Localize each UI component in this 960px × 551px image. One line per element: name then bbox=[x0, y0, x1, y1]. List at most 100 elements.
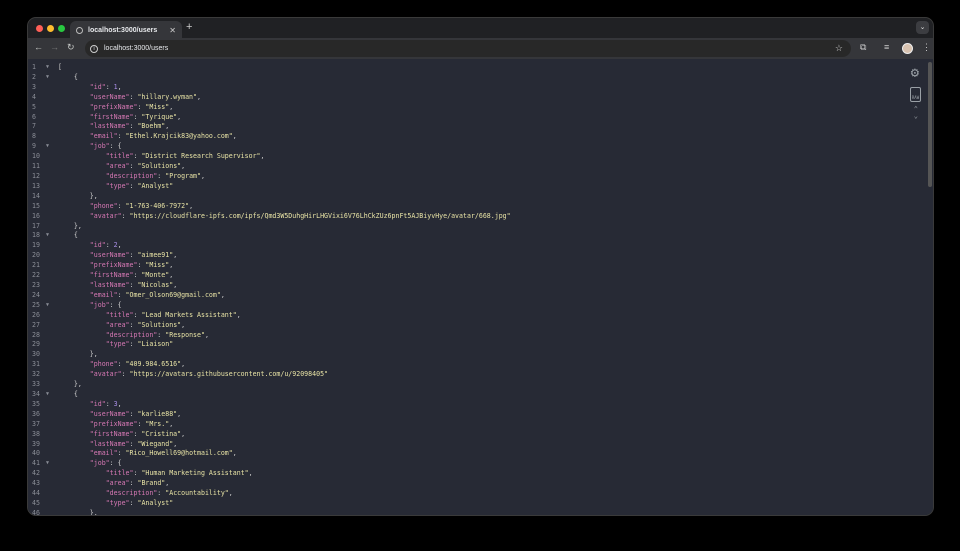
line-number: 19 bbox=[32, 241, 40, 250]
line-number: 35 bbox=[32, 399, 40, 408]
tab-users[interactable]: localhost:3000/users ✕ bbox=[70, 21, 182, 39]
json-string: "409.984.6516" bbox=[125, 360, 182, 369]
json-key: "type" bbox=[105, 340, 130, 349]
fold-toggle-icon[interactable]: ▼ bbox=[46, 458, 49, 468]
collapse-expand-icon[interactable]: ⌃ ⌄ bbox=[914, 106, 918, 120]
json-string: "Lead Markets Assistant" bbox=[141, 310, 237, 319]
code-content: "id": 3, bbox=[90, 399, 122, 409]
code-content: }, bbox=[74, 379, 82, 389]
fold-toggle-icon[interactable]: ▼ bbox=[46, 72, 49, 82]
scrollbar[interactable] bbox=[928, 62, 932, 187]
tab-bar: localhost:3000/users ✕ + ⌄ bbox=[28, 18, 933, 39]
fold-toggle-icon[interactable]: ▼ bbox=[46, 300, 49, 310]
code-content: "avatar": "https://cloudflare-ipfs.com/i… bbox=[90, 211, 511, 221]
json-punctuation: : { bbox=[109, 142, 122, 151]
line-number: 34 bbox=[32, 390, 40, 399]
json-punctuation: , bbox=[177, 112, 182, 121]
media-control-icon[interactable]: ≡ bbox=[884, 42, 889, 52]
json-key: "lastName" bbox=[89, 122, 130, 131]
json-string: "Monte" bbox=[141, 271, 170, 280]
code-content: "userName": "karlie88", bbox=[90, 409, 181, 419]
json-punctuation: , bbox=[232, 449, 237, 458]
globe-icon bbox=[76, 26, 83, 34]
json-string: "Miss" bbox=[145, 102, 170, 111]
json-punctuation: , bbox=[204, 330, 209, 339]
extensions-icon[interactable]: ⧉ bbox=[860, 42, 866, 53]
line-number: 10 bbox=[32, 152, 40, 161]
json-punctuation: : bbox=[121, 370, 130, 379]
tab-search-button[interactable]: ⌄ bbox=[916, 21, 929, 34]
json-punctuation: , bbox=[117, 399, 122, 408]
reload-icon[interactable]: ↻ bbox=[67, 42, 75, 53]
line-number: 11 bbox=[32, 162, 40, 171]
line-number: 22 bbox=[32, 271, 40, 280]
json-key: "type" bbox=[105, 499, 130, 508]
json-punctuation: : bbox=[117, 132, 126, 141]
line-number: 2 bbox=[32, 72, 36, 81]
json-key: "email" bbox=[89, 132, 118, 141]
line-number: 1 bbox=[32, 63, 36, 71]
line-number: 42 bbox=[32, 469, 40, 478]
line-number: 13 bbox=[32, 181, 40, 190]
line-number: 16 bbox=[32, 211, 40, 220]
site-info-icon[interactable]: i bbox=[90, 44, 98, 53]
json-string: "Rico_Howell69@hotmail.com" bbox=[125, 449, 233, 458]
json-punctuation: { bbox=[73, 231, 78, 240]
url-text[interactable]: localhost:3000/users bbox=[104, 45, 168, 52]
json-string: "Ethel.Krajcik83@yahoo.com" bbox=[125, 132, 233, 141]
json-punctuation: : bbox=[105, 399, 114, 408]
code-content: "job": { bbox=[90, 300, 122, 310]
forward-icon[interactable]: → bbox=[50, 42, 59, 52]
json-string: "Solutions" bbox=[137, 162, 182, 171]
toolbar: ← → ↻ i localhost:3000/users ☆ ⧉ ≡ ⋮ bbox=[28, 38, 933, 59]
code-content: }, bbox=[74, 221, 82, 231]
json-punctuation: : { bbox=[109, 300, 122, 309]
line-number: 3 bbox=[32, 82, 36, 91]
json-key: "firstName" bbox=[89, 271, 134, 280]
minimize-window-button[interactable] bbox=[47, 25, 54, 32]
new-tab-button[interactable]: + bbox=[186, 21, 192, 33]
json-string: "Accountability" bbox=[165, 489, 229, 498]
json-string: "Nicolas" bbox=[137, 281, 174, 290]
close-window-button[interactable] bbox=[36, 25, 43, 32]
tab-title: localhost:3000/users bbox=[88, 26, 158, 34]
address-bar[interactable]: i localhost:3000/users ☆ bbox=[85, 40, 851, 57]
bookmark-star-icon[interactable]: ☆ bbox=[835, 43, 843, 54]
code-content: "id": 1, bbox=[90, 82, 122, 92]
code-content: "description": "Accountability", bbox=[106, 488, 233, 498]
json-punctuation: , bbox=[260, 152, 265, 161]
fold-toggle-icon[interactable]: ▼ bbox=[46, 141, 49, 151]
json-punctuation: , bbox=[181, 360, 186, 369]
json-punctuation: , bbox=[169, 102, 174, 111]
code-content: { bbox=[74, 230, 78, 240]
code-content: }, bbox=[90, 349, 98, 359]
code-content: { bbox=[74, 389, 78, 399]
json-punctuation: , bbox=[181, 429, 186, 438]
fold-toggle-icon[interactable]: ▼ bbox=[46, 389, 49, 399]
json-punctuation: , bbox=[165, 122, 170, 131]
close-tab-icon[interactable]: ✕ bbox=[169, 26, 176, 35]
code-content: "title": "Human Marketing Assistant", bbox=[106, 468, 253, 478]
json-string: "Brand" bbox=[137, 479, 166, 488]
json-string: "Solutions" bbox=[137, 320, 182, 329]
json-punctuation: : { bbox=[109, 459, 122, 468]
code-content: "type": "Analyst" bbox=[106, 181, 174, 191]
maximize-window-button[interactable] bbox=[58, 25, 65, 32]
profile-avatar[interactable] bbox=[902, 43, 913, 54]
json-punctuation: : bbox=[105, 241, 114, 250]
code-content: "lastName": "Nicolas", bbox=[90, 280, 177, 290]
json-string: "District Research Supervisor" bbox=[141, 152, 261, 161]
code-content: "phone": "409.984.6516", bbox=[90, 359, 185, 369]
line-number: 41 bbox=[32, 459, 40, 468]
json-string: "karlie88" bbox=[137, 409, 178, 418]
menu-icon[interactable]: ⋮ bbox=[922, 42, 931, 53]
line-number: 44 bbox=[32, 489, 40, 498]
raw-json-file-icon[interactable]: RAW bbox=[910, 87, 921, 102]
back-icon[interactable]: ← bbox=[34, 42, 43, 52]
json-punctuation: , bbox=[117, 82, 122, 91]
json-key: "avatar" bbox=[89, 211, 122, 220]
fold-toggle-icon[interactable]: ▼ bbox=[46, 230, 49, 240]
fold-toggle-icon[interactable]: ▼ bbox=[46, 62, 49, 72]
json-key: "area" bbox=[105, 162, 130, 171]
settings-gear-icon[interactable]: ⚙ bbox=[911, 65, 919, 81]
